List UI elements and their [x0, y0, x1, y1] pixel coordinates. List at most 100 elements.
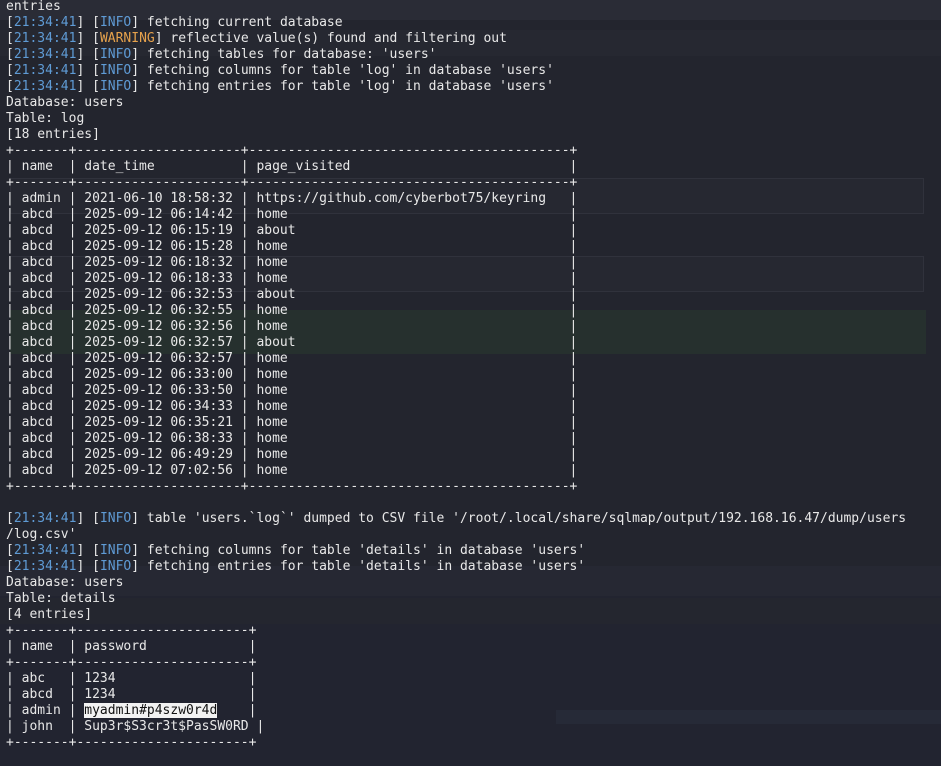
log-timestamp: 21:34:41 [13, 15, 77, 30]
log-level: INFO [99, 543, 132, 558]
bracket: [ [6, 511, 14, 526]
line-text: | abcd | 2025-09-12 06:38:33 | home | [6, 431, 578, 446]
terminal-line: Database: users [6, 95, 906, 111]
log-message: reflective value(s) found and filtering … [162, 31, 507, 46]
line-text: | abcd | 2025-09-12 06:49:29 | home | [6, 447, 578, 462]
line-text: | abcd | 2025-09-12 06:15:28 | home | [6, 239, 578, 254]
line-text: +-------+---------------------+---------… [6, 175, 578, 190]
bracket: ] [ [76, 543, 100, 558]
line-text: [18 entries] [6, 127, 100, 142]
line-text: entries [6, 0, 61, 14]
log-message: fetching entries for table 'details' in … [139, 559, 586, 574]
log-message: table 'users.`log`' dumped to CSV file '… [139, 511, 907, 526]
bracket: ] [131, 15, 140, 30]
line-text: | abcd | 1234 | [6, 687, 257, 702]
terminal-line: [21:34:41] [INFO] table 'users.`log`' du… [6, 511, 906, 527]
line-text: | abcd | 2025-09-12 06:32:57 | about | [6, 335, 578, 350]
log-level: INFO [99, 79, 132, 94]
terminal-line: | name | password | [6, 639, 906, 655]
terminal-line: +-------+----------------------+ [6, 655, 906, 671]
bracket: [ [6, 63, 14, 78]
terminal-line: | abcd | 2025-09-12 06:38:33 | home | [6, 431, 906, 447]
line-text: | abcd | 2025-09-12 06:14:42 | home | [6, 207, 578, 222]
line-text: | abcd | 2025-09-12 06:32:55 | home | [6, 303, 578, 318]
log-message: fetching current database [139, 15, 343, 30]
bracket: ] [131, 511, 140, 526]
line-text: | john | Sup3r$S3cr3t$PasSW0RD | [6, 719, 265, 734]
line-text: | abcd | 2025-09-12 07:02:56 | home | [6, 463, 578, 478]
terminal-line: | admin | 2021-06-10 18:58:32 | https://… [6, 191, 906, 207]
line-text: +-------+---------------------+---------… [6, 479, 578, 494]
terminal-line: [21:34:41] [INFO] fetching columns for t… [6, 63, 906, 79]
terminal-line: Database: users [6, 575, 906, 591]
line-text: /log.csv' [6, 527, 77, 542]
line-text: | admin | [6, 703, 85, 718]
terminal-line: | abcd | 2025-09-12 06:33:50 | home | [6, 383, 906, 399]
log-timestamp: 21:34:41 [13, 79, 77, 94]
terminal-line: | abcd | 2025-09-12 06:34:33 | home | [6, 399, 906, 415]
bracket: ] [154, 31, 163, 46]
terminal-line: | abcd | 2025-09-12 06:32:53 | about | [6, 287, 906, 303]
terminal-line: [21:34:41] [INFO] fetching entries for t… [6, 79, 906, 95]
line-text: | name | password | [6, 639, 257, 654]
log-timestamp: 21:34:41 [13, 47, 77, 62]
terminal-line: | abcd | 2025-09-12 06:18:32 | home | [6, 255, 906, 271]
log-message: fetching columns for table 'details' in … [139, 543, 586, 558]
line-text: | abcd | 2025-09-12 06:32:56 | home | [6, 319, 578, 334]
log-level: INFO [99, 511, 132, 526]
terminal-line: [21:34:41] [INFO] fetching entries for t… [6, 559, 906, 575]
terminal-line: +-------+---------------------+---------… [6, 143, 906, 159]
terminal-line: [21:34:41] [INFO] fetching columns for t… [6, 543, 906, 559]
bracket: ] [ [76, 63, 100, 78]
terminal-line: | name | date_time | page_visited | [6, 159, 906, 175]
line-text: | abcd | 2025-09-12 06:32:53 | about | [6, 287, 578, 302]
terminal-line: | admin | myadmin#p4szw0r4d | [6, 703, 906, 719]
terminal-line: | abcd | 2025-09-12 06:32:57 | home | [6, 351, 906, 367]
terminal-line: +-------+----------------------+ [6, 623, 906, 639]
terminal-line: Table: details [6, 591, 906, 607]
terminal-line: | abcd | 2025-09-12 06:14:42 | home | [6, 207, 906, 223]
line-text: [4 entries] [6, 607, 93, 622]
log-level: INFO [99, 63, 132, 78]
terminal-line: | abcd | 1234 | [6, 687, 906, 703]
bracket: ] [131, 559, 140, 574]
line-text: +-------+----------------------+ [6, 735, 257, 750]
terminal-line: Table: log [6, 111, 906, 127]
terminal-line: [18 entries] [6, 127, 906, 143]
log-level: INFO [99, 559, 132, 574]
bracket: ] [ [76, 47, 100, 62]
line-text: +-------+----------------------+ [6, 655, 257, 670]
line-text: | abcd | 2025-09-12 06:15:19 | about | [6, 223, 578, 238]
log-level: WARNING [99, 31, 155, 46]
terminal-line: | abcd | 2025-09-12 06:35:21 | home | [6, 415, 906, 431]
terminal-line: +-------+---------------------+---------… [6, 479, 906, 495]
terminal-line: | abcd | 2025-09-12 06:32:55 | home | [6, 303, 906, 319]
terminal-line: | john | Sup3r$S3cr3t$PasSW0RD | [6, 719, 906, 735]
log-timestamp: 21:34:41 [13, 63, 77, 78]
log-timestamp: 21:34:41 [13, 543, 77, 558]
line-text: Database: users [6, 95, 124, 110]
line-text: | abcd | 2025-09-12 06:32:57 | home | [6, 351, 578, 366]
terminal-line: [21:34:41] [INFO] fetching current datab… [6, 15, 906, 31]
log-timestamp: 21:34:41 [13, 31, 77, 46]
line-text: +-------+----------------------+ [6, 623, 257, 638]
terminal-line: | abcd | 2025-09-12 06:32:56 | home | [6, 319, 906, 335]
bracket: [ [6, 79, 14, 94]
terminal-line: | abcd | 2025-09-12 07:02:56 | home | [6, 463, 906, 479]
log-timestamp: 21:34:41 [13, 559, 77, 574]
terminal-output[interactable]: entries [21:34:41] [INFO] fetching curren… [6, 0, 906, 751]
line-text: | abcd | 2025-09-12 06:34:33 | home | [6, 399, 578, 414]
log-message: fetching columns for table 'log' in data… [139, 63, 554, 78]
terminal-line: +-------+---------------------+---------… [6, 175, 906, 191]
bracket: [ [6, 543, 14, 558]
terminal-line: /log.csv' [6, 527, 906, 543]
terminal-line: | abcd | 2025-09-12 06:32:57 | about | [6, 335, 906, 351]
bracket: ] [ [76, 511, 100, 526]
terminal-window[interactable]: entries [21:34:41] [INFO] fetching curren… [0, 0, 941, 766]
terminal-line: [21:34:41] [WARNING] reflective value(s)… [6, 31, 906, 47]
selected-text: myadmin#p4szw0r4d [84, 703, 218, 718]
terminal-line: [4 entries] [6, 607, 906, 623]
bracket: ] [131, 543, 140, 558]
line-text: +-------+---------------------+---------… [6, 143, 578, 158]
